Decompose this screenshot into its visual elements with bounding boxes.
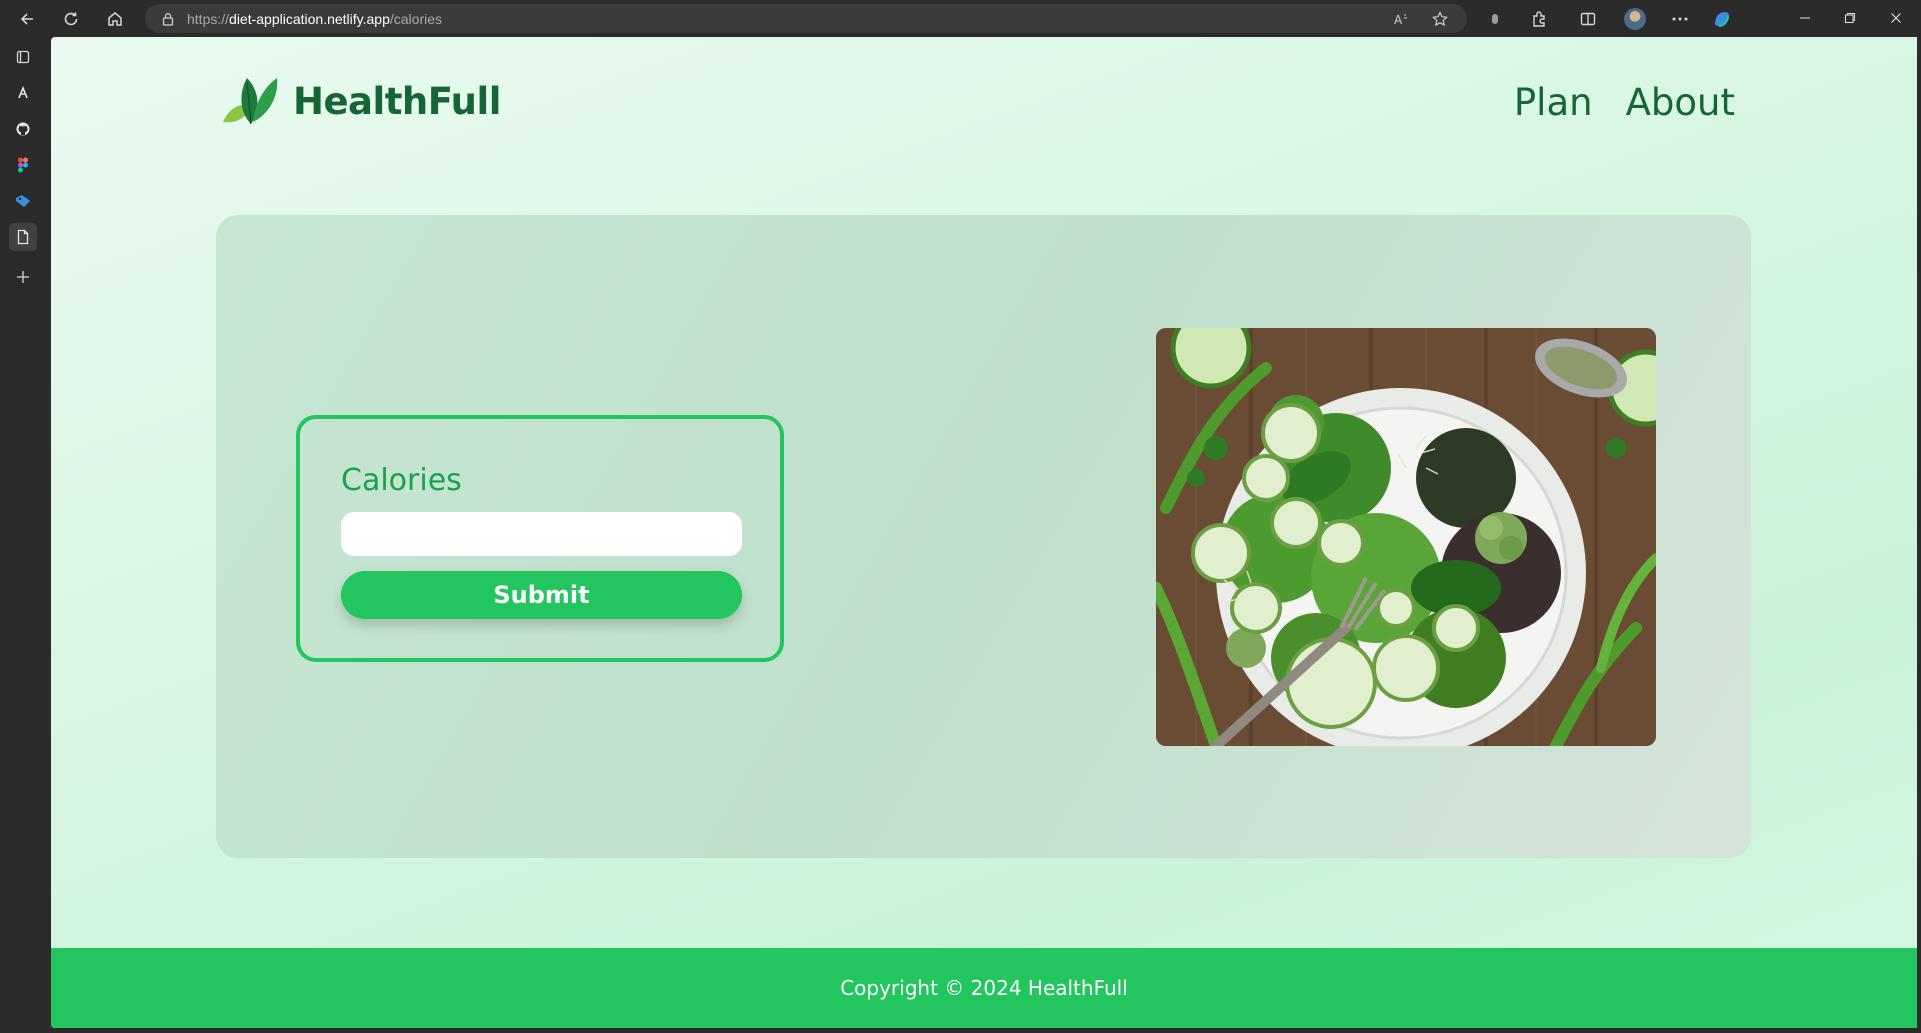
content-card: Calories Submit (216, 215, 1751, 858)
page-viewport: HealthFull Plan About Calories Submit Co… (51, 37, 1917, 1028)
github-icon[interactable] (9, 115, 37, 143)
read-aloud-icon[interactable]: A (1393, 11, 1409, 30)
copyright-text: Copyright © 2024 HealthFull (840, 976, 1128, 1000)
app-a-icon[interactable] (9, 79, 37, 107)
salad-photo (1156, 328, 1656, 746)
add-icon[interactable] (9, 263, 37, 291)
restore-icon[interactable] (1832, 4, 1868, 32)
close-icon[interactable] (1878, 4, 1914, 32)
calories-label: Calories (341, 463, 462, 498)
url-protocol: https:// (187, 10, 230, 27)
back-icon[interactable] (12, 4, 42, 34)
url-host: diet-application.netlify.app (229, 10, 390, 27)
brand[interactable]: HealthFull (221, 71, 501, 131)
calories-input[interactable] (341, 512, 742, 556)
split-screen-icon[interactable] (1573, 4, 1603, 34)
extension-icon[interactable] (1480, 4, 1510, 34)
leaf-icon (221, 74, 279, 128)
browser-sidebar (0, 37, 51, 1033)
home-icon[interactable] (100, 4, 130, 34)
nav-link-about[interactable]: About (1626, 81, 1735, 124)
extensions-puzzle-icon[interactable] (1524, 4, 1554, 34)
document-icon[interactable] (9, 223, 37, 251)
lock-icon (161, 12, 175, 26)
nav-link-plan[interactable]: Plan (1514, 81, 1593, 124)
footer: Copyright © 2024 HealthFull (51, 948, 1917, 1028)
svg-text:A: A (1394, 13, 1403, 27)
brand-name: HealthFull (293, 79, 501, 123)
tabs-icon[interactable] (9, 43, 37, 71)
profile-avatar[interactable] (1620, 4, 1650, 34)
tag-icon[interactable] (9, 187, 37, 215)
refresh-icon[interactable] (56, 4, 86, 34)
url-path: /calories (389, 10, 443, 27)
main-nav: Plan About (1514, 81, 1735, 124)
more-options-icon[interactable] (1665, 4, 1695, 34)
minimize-icon[interactable] (1787, 4, 1823, 32)
figma-icon[interactable] (9, 151, 37, 179)
copilot-icon[interactable] (1707, 4, 1737, 34)
submit-button[interactable]: Submit (341, 571, 742, 619)
address-bar[interactable]: https://diet-application.netlify.app/cal… (145, 4, 1467, 33)
favorite-star-icon[interactable] (1432, 11, 1448, 30)
calories-form: Calories Submit (296, 415, 784, 662)
browser-titlebar: https://diet-application.netlify.app/cal… (0, 0, 1921, 37)
